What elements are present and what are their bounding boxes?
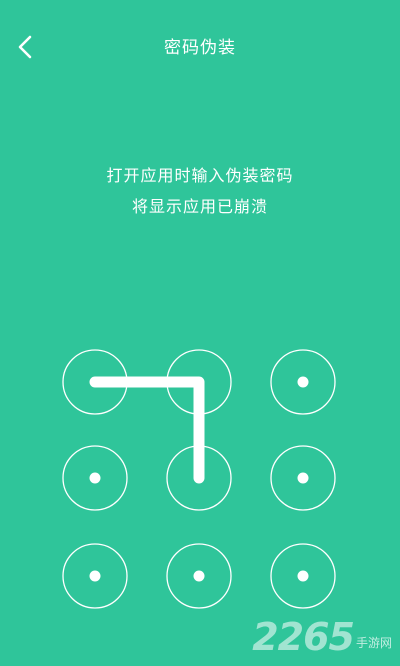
pattern-dot-9 xyxy=(297,570,309,582)
pattern-dot-3 xyxy=(297,376,309,388)
pattern-path xyxy=(89,376,205,484)
pattern-dot-8 xyxy=(193,570,205,582)
pattern-dot-4 xyxy=(89,472,101,484)
pattern-dot-7 xyxy=(89,570,101,582)
pattern-lock[interactable] xyxy=(0,0,400,666)
watermark-logo: 2265 手游网 xyxy=(252,618,392,656)
watermark-suffix: 手游网 xyxy=(355,636,392,650)
pattern-dot-6 xyxy=(297,472,309,484)
watermark-number: 2265 xyxy=(252,615,355,659)
